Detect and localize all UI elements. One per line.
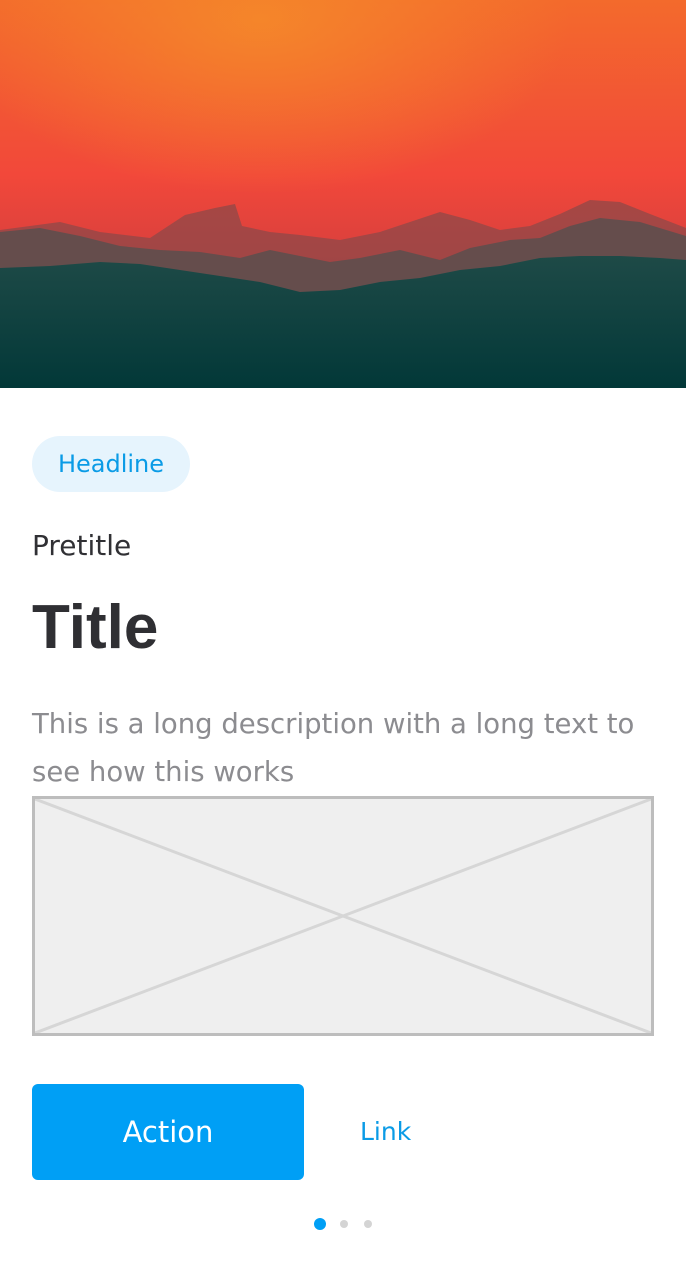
- headline-chip: Headline: [32, 436, 190, 492]
- pagination-dots: [0, 1218, 686, 1230]
- pagination-dot-1[interactable]: [314, 1218, 326, 1230]
- pagination-dot-3[interactable]: [364, 1220, 372, 1228]
- link-button[interactable]: Link: [360, 1112, 411, 1152]
- hero-image: [0, 0, 686, 388]
- image-placeholder-icon: [35, 799, 651, 1033]
- action-button[interactable]: Action: [32, 1084, 304, 1180]
- pretitle: Pretitle: [32, 529, 132, 562]
- card-description: This is a long description with a long t…: [32, 708, 635, 788]
- image-placeholder: [32, 796, 654, 1036]
- sunset-mountains-image: [0, 0, 686, 388]
- pagination-dot-2[interactable]: [340, 1220, 348, 1228]
- card-title: Title: [32, 593, 159, 662]
